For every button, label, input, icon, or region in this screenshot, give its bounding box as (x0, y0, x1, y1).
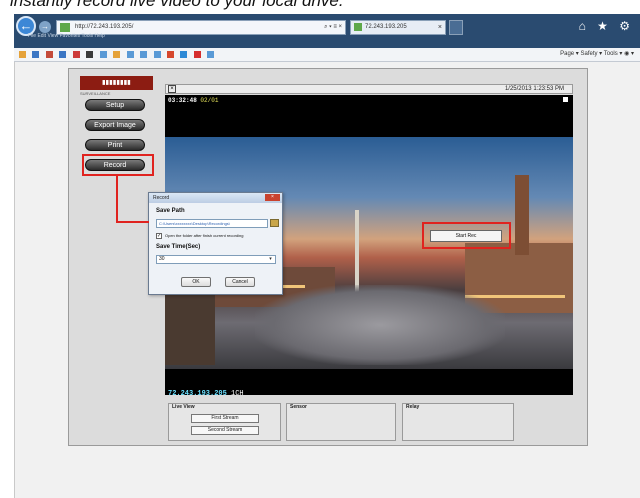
cancel-button[interactable]: Cancel (225, 277, 255, 287)
highlight-connector (116, 176, 118, 222)
favorite-icon[interactable] (140, 51, 148, 58)
save-path-label: Save Path (156, 208, 185, 214)
tab-title: 72.243.193.205 (365, 24, 407, 30)
favorite-icon[interactable] (207, 51, 215, 58)
save-time-value: 30 (159, 256, 165, 262)
favorite-icon[interactable] (126, 51, 134, 58)
favorite-icon[interactable] (19, 51, 26, 58)
video-header: × 1/25/2013 1:23:53 PM (165, 84, 573, 94)
plaza (255, 285, 505, 365)
record-dialog: Record × Save Path C:\Users\xxxxxxxx\Des… (148, 192, 283, 295)
sensor-panel: Sensor (286, 403, 396, 441)
favorite-icon[interactable] (180, 51, 188, 58)
osd-ip: 72.243.193.205 1CH (168, 390, 244, 398)
favorite-icon[interactable] (59, 51, 67, 58)
save-time-label: Save Time(Sec) (156, 244, 201, 250)
live-view-title: Live View (172, 404, 195, 410)
favorite-icon[interactable] (193, 51, 201, 58)
browser-titlebar: ← → http://72.243.193.205/ ⌕ ▾ ≡ × 72.24… (14, 14, 640, 48)
open-folder-checkbox[interactable]: ✓ (156, 233, 162, 239)
favorites-bar: Page ▾ Safety ▾ Tools ▾ ◉ ▾ (14, 48, 640, 62)
save-time-select[interactable]: 30 ▾ (156, 255, 276, 264)
favorite-icon[interactable] (72, 51, 80, 58)
favorite-icon[interactable] (45, 51, 53, 58)
osd-date: 02/01 (200, 97, 219, 104)
dialog-titlebar: Record (149, 193, 282, 203)
ok-button[interactable]: OK (181, 277, 211, 287)
home-star-gear-icons[interactable]: ⌂ ★ ⚙ (579, 19, 634, 33)
browser-tab[interactable]: 72.243.193.205 × (350, 20, 446, 35)
brand-logo: ▮▮▮▮▮▮▮▮ (80, 76, 153, 90)
favorite-icon[interactable] (32, 51, 40, 58)
new-tab-button[interactable] (449, 20, 463, 35)
forward-icon[interactable]: → (39, 21, 51, 33)
osd-time: 03:32:48 02/01 (168, 97, 219, 104)
live-view-panel: Live View First Stream Second Stream (168, 403, 281, 441)
logo-subtitle: SURVEILLANCE (80, 91, 111, 96)
favorite-icon[interactable] (113, 51, 121, 58)
favorite-icon[interactable] (166, 51, 174, 58)
dialog-close-icon[interactable]: × (265, 194, 280, 201)
castle-tower (515, 175, 529, 255)
site-favicon-icon (60, 23, 70, 32)
sensor-title: Sensor (290, 404, 307, 410)
export-image-button[interactable]: Export Image (85, 119, 145, 131)
address-actions[interactable]: ⌕ ▾ ≡ × (324, 21, 342, 34)
record-highlight (82, 154, 154, 176)
browse-folder-icon[interactable] (270, 219, 279, 227)
osd-channel: 1CH (231, 390, 244, 398)
print-button[interactable]: Print (85, 139, 145, 151)
screenshot: instantly record live video to your loca… (0, 0, 640, 498)
chevron-down-icon[interactable]: ▾ (267, 256, 274, 263)
favorite-icon[interactable] (86, 51, 94, 58)
caption-text: instantly record live video to your loca… (10, 0, 344, 10)
close-video-icon[interactable]: × (168, 85, 176, 93)
tab-favicon-icon (354, 23, 362, 31)
relay-title: Relay (406, 404, 420, 410)
menu-bar[interactable]: File Edit View Favorites Tools Help (28, 33, 105, 39)
favorite-icon[interactable] (153, 51, 161, 58)
favorite-icon[interactable] (99, 51, 107, 58)
second-stream-button[interactable]: Second Stream (191, 426, 259, 435)
tab-close-icon[interactable]: × (438, 21, 442, 34)
video-status-square (563, 97, 568, 102)
save-path-input[interactable]: C:\Users\xxxxxxxx\Desktop\Recordings\ (156, 219, 268, 228)
highlight-connector (116, 221, 149, 223)
command-bar[interactable]: Page ▾ Safety ▾ Tools ▾ ◉ ▾ (560, 50, 634, 57)
relay-panel: Relay (402, 403, 514, 441)
camera-datetime: 1/25/2013 1:23:53 PM (504, 86, 564, 92)
setup-button[interactable]: Setup (85, 99, 145, 111)
open-folder-label: Open the folder after finish current rec… (165, 233, 244, 238)
address-text: http://72.243.193.205/ (75, 24, 134, 30)
start-rec-highlight (422, 222, 511, 249)
first-stream-button[interactable]: First Stream (191, 414, 259, 423)
